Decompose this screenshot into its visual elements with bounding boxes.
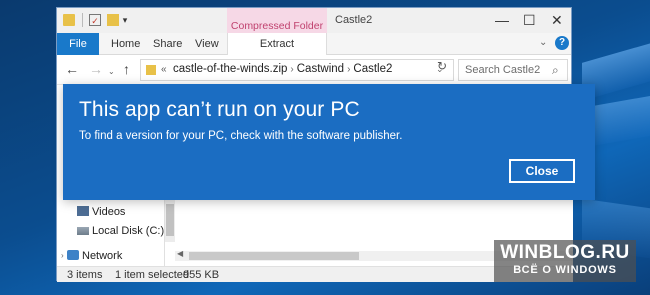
compressed-folder-tools-label: Compressed Folder Tools: [227, 8, 327, 68]
sidebar-item-label: Network: [82, 250, 123, 262]
watermark-title: WINBLOG.RU: [500, 242, 630, 263]
watermark-subtitle: ВСЁ О WINDOWS: [513, 264, 617, 276]
help-icon[interactable]: ?: [555, 36, 569, 50]
navigation-toolbar: ← → ⌄ ↑ « castle-of-the-winds.zip › Castwi…: [57, 55, 571, 85]
breadcrumb-separator[interactable]: ›: [347, 64, 350, 75]
breadcrumb-separator[interactable]: ›: [290, 64, 293, 75]
expand-ribbon-icon[interactable]: ⌄: [539, 37, 547, 48]
folder-icon[interactable]: [63, 14, 75, 26]
maximize-button[interactable]: ☐: [523, 13, 536, 27]
close-button[interactable]: Close: [509, 159, 575, 183]
scroll-left-icon[interactable]: ◀: [177, 249, 183, 258]
search-input[interactable]: Search Castle2 ⌕: [458, 59, 568, 81]
breadcrumb-item[interactable]: castle-of-the-winds.zip: [173, 63, 287, 75]
up-button[interactable]: ↑: [123, 62, 130, 76]
back-button[interactable]: ←: [65, 62, 79, 76]
properties-icon[interactable]: ✓: [89, 14, 101, 26]
tab-view[interactable]: View: [195, 33, 219, 55]
title-bar: ✓ ▾ Compressed Folder Tools Castle2 — ☐ …: [57, 8, 571, 68]
watermark: WINBLOG.RU ВСЁ О WINDOWS: [494, 240, 636, 282]
breadcrumb-overflow[interactable]: «: [161, 64, 167, 75]
window-title: Castle2: [335, 14, 373, 26]
tab-extract[interactable]: Extract: [227, 33, 327, 56]
dialog-title: This app can’t run on your PC: [79, 98, 360, 121]
close-window-button[interactable]: ✕: [551, 13, 563, 27]
sidebar-item-network[interactable]: Network: [67, 250, 122, 262]
drive-icon: [77, 227, 89, 235]
new-folder-icon[interactable]: [107, 14, 119, 26]
folder-icon: [146, 65, 156, 75]
refresh-button[interactable]: ↻: [437, 59, 447, 73]
sidebar-item-label: Videos: [92, 206, 126, 218]
breadcrumb: castle-of-the-winds.zip › Castwind › Castle2: [173, 63, 392, 75]
app-cant-run-dialog: This app can’t run on your PC To find a …: [63, 84, 595, 200]
tab-share[interactable]: Share: [153, 33, 182, 55]
breadcrumb-item[interactable]: Castwind: [297, 63, 344, 75]
sidebar-item-label: Local Disk (C:): [92, 225, 165, 237]
breadcrumb-item[interactable]: Castle2: [353, 63, 392, 75]
expand-chevron-icon[interactable]: ›: [61, 251, 64, 260]
search-placeholder: Search Castle2: [465, 64, 541, 76]
selection-size: 955 KB: [183, 269, 220, 281]
sidebar-item-videos[interactable]: Videos: [77, 206, 125, 218]
videos-folder-icon: [77, 206, 89, 216]
selection-count: 1 item selected: [115, 269, 189, 281]
scrollbar-thumb[interactable]: [189, 252, 359, 260]
search-icon[interactable]: ⌕: [552, 63, 559, 78]
dialog-message: To find a version for your PC, check wit…: [79, 130, 403, 142]
recent-locations-button[interactable]: ⌄: [108, 65, 115, 79]
customize-quick-access-icon[interactable]: ▾: [119, 14, 131, 26]
quick-access-divider: [82, 13, 83, 27]
sidebar-item-local-disk[interactable]: Local Disk (C:): [77, 225, 164, 237]
address-bar[interactable]: « castle-of-the-winds.zip › Castwind › Castl…: [140, 59, 454, 81]
minimize-button[interactable]: —: [495, 13, 509, 27]
network-icon: [67, 250, 79, 260]
tab-home[interactable]: Home: [111, 33, 140, 55]
ribbon-tab-bar: File Home Share View Extract ⌄ ?: [57, 33, 571, 56]
item-count: 3 items: [67, 269, 103, 281]
tab-file[interactable]: File: [57, 33, 99, 55]
scrollbar-thumb[interactable]: [166, 204, 174, 236]
forward-button[interactable]: →: [89, 62, 103, 76]
